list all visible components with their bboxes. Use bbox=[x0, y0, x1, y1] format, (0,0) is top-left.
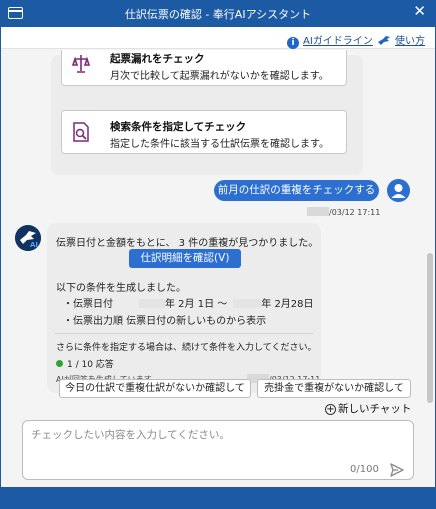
suggestion-today-duplicates[interactable]: 今日の仕訳で重複仕訳がないか確認して bbox=[59, 379, 251, 398]
scale-icon bbox=[71, 55, 91, 73]
chat-input[interactable] bbox=[31, 427, 401, 457]
svg-text:AI: AI bbox=[30, 241, 38, 249]
title-bar: 仕訳伝票の確認 - 奉行AIアシスタント ✕ bbox=[0, 0, 436, 27]
status-dot bbox=[56, 360, 63, 367]
close-button[interactable]: ✕ bbox=[413, 4, 426, 19]
condition-output-order: ・伝票出力順 伝票日付の新しいものから表示 bbox=[63, 316, 267, 327]
choice-description: 指定した条件に該当する仕訳伝票を確認します。 bbox=[110, 139, 329, 150]
user-message-bubble: 前月の仕訳の重複をチェックする bbox=[214, 180, 379, 201]
howto-link[interactable]: 使い方 bbox=[377, 32, 425, 47]
redacted-year bbox=[307, 207, 329, 216]
ai-assistant-avatar: AI bbox=[15, 225, 41, 251]
choice-search-conditions[interactable]: 検索条件を指定してチェック 指定した条件に該当する仕訳伝票を確認します。 bbox=[61, 110, 347, 154]
view-journal-detail-button[interactable]: 仕訳明細を確認(V) bbox=[129, 249, 241, 268]
chat-scroll-area[interactable]: 起票漏れをチェック 月次で比較して起票漏れがないかを確認します。 検索条件を指定… bbox=[1, 50, 435, 397]
condition-date-range: ・伝票日付年 2月 1日 ～年 2月28日 bbox=[63, 299, 314, 310]
bird-icon bbox=[378, 36, 390, 45]
chat-input-box[interactable]: 0/100 bbox=[22, 420, 414, 480]
window-title: 仕訳伝票の確認 - 奉行AIアシスタント bbox=[124, 8, 312, 21]
choice-missing-entries[interactable]: 起票漏れをチェック 月次で比較して起票漏れがないかを確認します。 bbox=[61, 50, 347, 86]
redacted-year bbox=[233, 299, 262, 308]
choice-title: 起票漏れをチェック bbox=[110, 53, 205, 65]
choice-title: 検索条件を指定してチェック bbox=[110, 121, 247, 133]
howto-label: 使い方 bbox=[395, 36, 425, 47]
character-counter: 0/100 bbox=[350, 464, 379, 475]
divider bbox=[55, 333, 313, 334]
scrollbar[interactable] bbox=[427, 53, 433, 413]
ai-conditions-heading: 以下の条件を生成しました。 bbox=[56, 283, 186, 294]
response-counter: 1 / 10 応答 bbox=[56, 357, 114, 370]
choice-description: 月次で比較して起票漏れがないかを確認します。 bbox=[110, 71, 329, 82]
document-search-icon bbox=[73, 122, 89, 142]
new-chat-button[interactable]: + 新しいチャット bbox=[325, 401, 411, 416]
ai-followup-note: さらに条件を指定する場合は、続けて条件を入力してください。 bbox=[56, 343, 317, 353]
help-link-bar: i AIガイドライン 使い方 bbox=[1, 27, 435, 49]
user-message-timestamp: /03/12 17:11 bbox=[307, 207, 380, 217]
plus-icon: + bbox=[325, 404, 336, 415]
ai-result-line: 伝票日付と金額をもとに、 3 件の重複が見つかりました。 bbox=[56, 238, 319, 249]
user-avatar-icon bbox=[387, 179, 410, 202]
ai-guideline-link[interactable]: i AIガイドライン bbox=[287, 32, 373, 49]
scrollbar-thumb[interactable] bbox=[427, 253, 433, 403]
suggestion-receivables-duplicates[interactable]: 売掛金で重複がないか確認して bbox=[257, 379, 411, 398]
info-icon: i bbox=[287, 37, 299, 49]
assistant-panel: i AIガイドライン 使い方 起票漏れをチェック 月次で比較して起票漏れがないかを… bbox=[1, 27, 435, 487]
redacted-year bbox=[139, 299, 165, 308]
ai-guideline-label: AIガイドライン bbox=[303, 36, 373, 47]
send-icon[interactable] bbox=[389, 462, 405, 478]
new-chat-label: 新しいチャット bbox=[338, 403, 412, 415]
